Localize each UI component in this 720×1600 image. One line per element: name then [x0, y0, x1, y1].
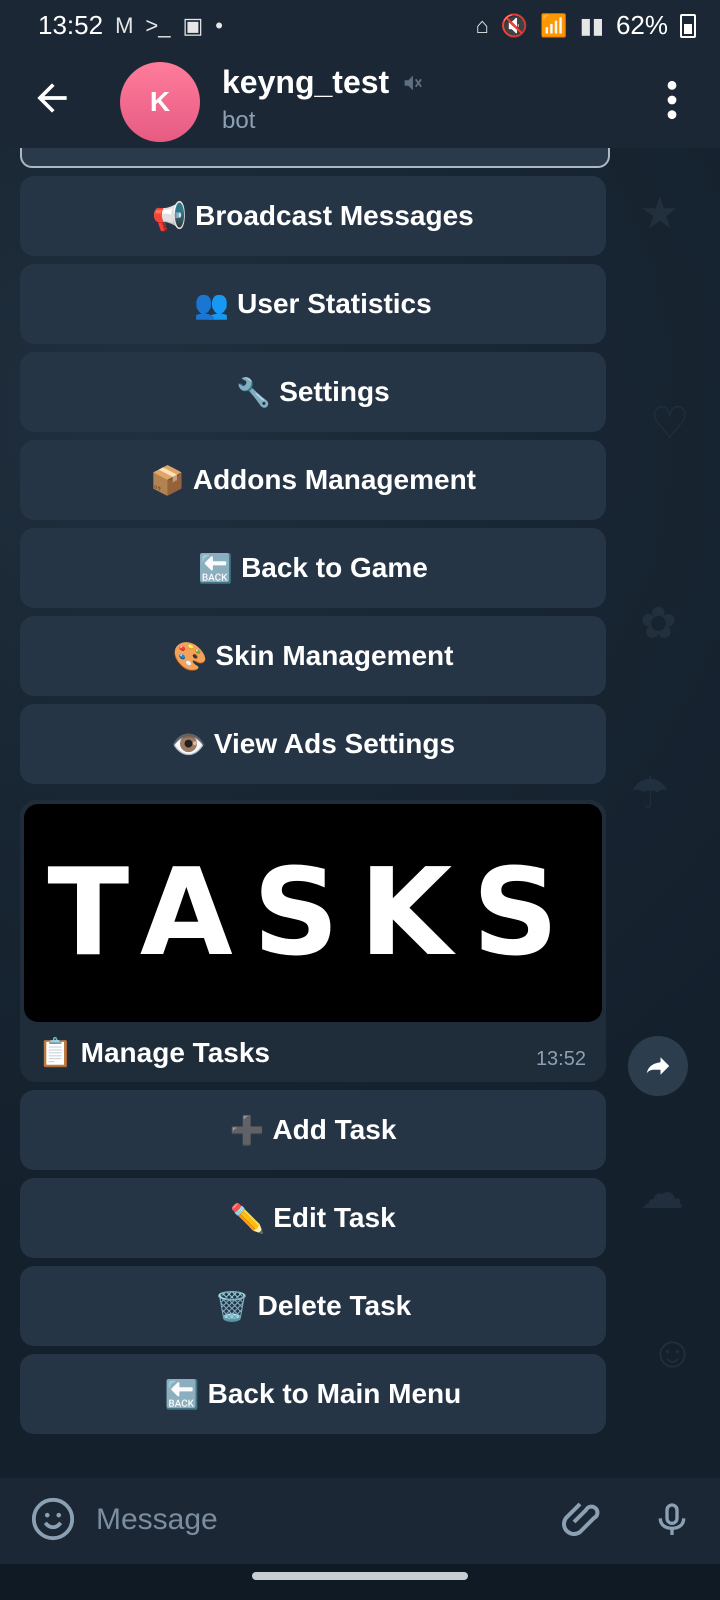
previous-message-edge: [20, 148, 610, 168]
chat-title-text: keyng_test: [222, 64, 390, 100]
chat-area: ★ ♡ ✿ ☂ ☁ ☺ 📢 Broadcast Messages 👥 User …: [0, 148, 720, 1478]
delete-task-button[interactable]: 🗑️ Delete Task: [20, 1266, 606, 1346]
wrench-icon: 🔧: [236, 376, 272, 408]
muted-speaker-icon: [404, 75, 423, 90]
image-icon: ▣: [182, 12, 204, 38]
doodle-icon: ★: [640, 189, 680, 238]
smiley-icon[interactable]: [30, 1496, 76, 1542]
button-label: Delete Task: [257, 1290, 412, 1321]
button-label: Skin Management: [215, 640, 454, 671]
tasks-banner-text: TASKS: [47, 843, 579, 983]
edit-task-button[interactable]: ✏️ Edit Task: [20, 1178, 606, 1258]
battery-text: 62%: [615, 10, 668, 40]
users-icon: 👥: [194, 288, 230, 320]
status-time: 13:52: [38, 10, 104, 40]
dot-icon: •: [215, 12, 223, 38]
signal-icon: ▮▮: [579, 12, 604, 38]
addons-management-button[interactable]: 📦 Addons Management: [20, 440, 606, 520]
button-label: Broadcast Messages: [195, 200, 474, 231]
button-label: User Statistics: [237, 288, 432, 319]
caption-text: Manage Tasks: [80, 1037, 270, 1068]
broadcast-messages-button[interactable]: 📢 Broadcast Messages: [20, 176, 606, 256]
gmail-icon: M: [115, 12, 134, 38]
back-arrow-emoji-icon: 🔙: [198, 552, 234, 584]
forward-button[interactable]: [628, 1036, 688, 1096]
button-label: Back to Game: [241, 552, 428, 583]
wifi-icon: 📶: [540, 12, 568, 38]
doodle-icon: ☺: [650, 1328, 695, 1377]
plus-icon: ➕: [229, 1114, 265, 1146]
status-left: 13:52 M >_ ▣ •: [38, 10, 223, 41]
package-icon: 📦: [149, 464, 185, 496]
message-caption: 📋 Manage Tasks: [38, 1036, 270, 1069]
back-arrow-emoji-icon: 🔙: [164, 1378, 200, 1410]
back-arrow-icon[interactable]: [30, 76, 74, 120]
tasks-message[interactable]: TASKS 📋 Manage Tasks 13:52: [20, 800, 606, 1082]
clipboard-icon: 📋: [38, 1037, 73, 1068]
message-input-bar: [0, 1478, 720, 1564]
chat-title: keyng_test: [222, 64, 423, 101]
message-input[interactable]: [94, 1496, 518, 1544]
status-right: ⌂ 🔇 📶 ▮▮ 62%: [476, 10, 696, 41]
chat-title-block[interactable]: keyng_test bot: [222, 64, 423, 135]
status-bar: 13:52 M >_ ▣ • ⌂ 🔇 📶 ▮▮ 62%: [0, 0, 720, 52]
tasks-banner-image[interactable]: TASKS: [24, 804, 602, 1022]
doodle-icon: ♡: [650, 399, 690, 448]
more-vert-icon[interactable]: [662, 78, 682, 122]
home-indicator[interactable]: [252, 1572, 468, 1580]
chat-header: K keyng_test bot: [0, 52, 720, 148]
pencil-icon: ✏️: [230, 1202, 266, 1234]
doodle-icon: ☁: [640, 1169, 684, 1218]
palette-icon: 🎨: [172, 640, 208, 672]
mute-icon: 🔇: [500, 12, 529, 38]
skin-management-button[interactable]: 🎨 Skin Management: [20, 616, 606, 696]
view-ads-settings-button[interactable]: 👁️ View Ads Settings: [20, 704, 606, 784]
system-nav-bar: [0, 1564, 720, 1600]
message-time: 13:52: [535, 1048, 586, 1070]
button-label: Edit Task: [273, 1202, 396, 1233]
avatar[interactable]: K: [120, 62, 200, 142]
microphone-icon[interactable]: [652, 1496, 692, 1544]
settings-button[interactable]: 🔧 Settings: [20, 352, 606, 432]
user-statistics-button[interactable]: 👥 User Statistics: [20, 264, 606, 344]
doodle-icon: ✿: [640, 599, 677, 648]
eye-icon: 👁️: [170, 728, 206, 760]
trash-icon: 🗑️: [214, 1290, 250, 1322]
back-to-game-button[interactable]: 🔙 Back to Game: [20, 528, 606, 608]
vpn-icon: ⌂: [475, 12, 489, 38]
forward-icon: [646, 1057, 670, 1075]
button-label: Addons Management: [192, 464, 476, 495]
add-task-button[interactable]: ➕ Add Task: [20, 1090, 606, 1170]
terminal-icon: >_: [145, 12, 171, 38]
paperclip-icon[interactable]: [560, 1496, 608, 1544]
back-to-main-menu-button[interactable]: 🔙 Back to Main Menu: [20, 1354, 606, 1434]
avatar-letter: K: [149, 86, 171, 117]
button-label: Settings: [279, 376, 390, 407]
button-label: Back to Main Menu: [207, 1378, 462, 1409]
megaphone-icon: 📢: [152, 200, 188, 232]
chat-subtitle: bot: [222, 107, 256, 134]
button-label: Add Task: [272, 1114, 397, 1145]
doodle-icon: ☂: [630, 769, 670, 818]
button-label: View Ads Settings: [213, 728, 456, 759]
battery-icon: [680, 13, 696, 38]
